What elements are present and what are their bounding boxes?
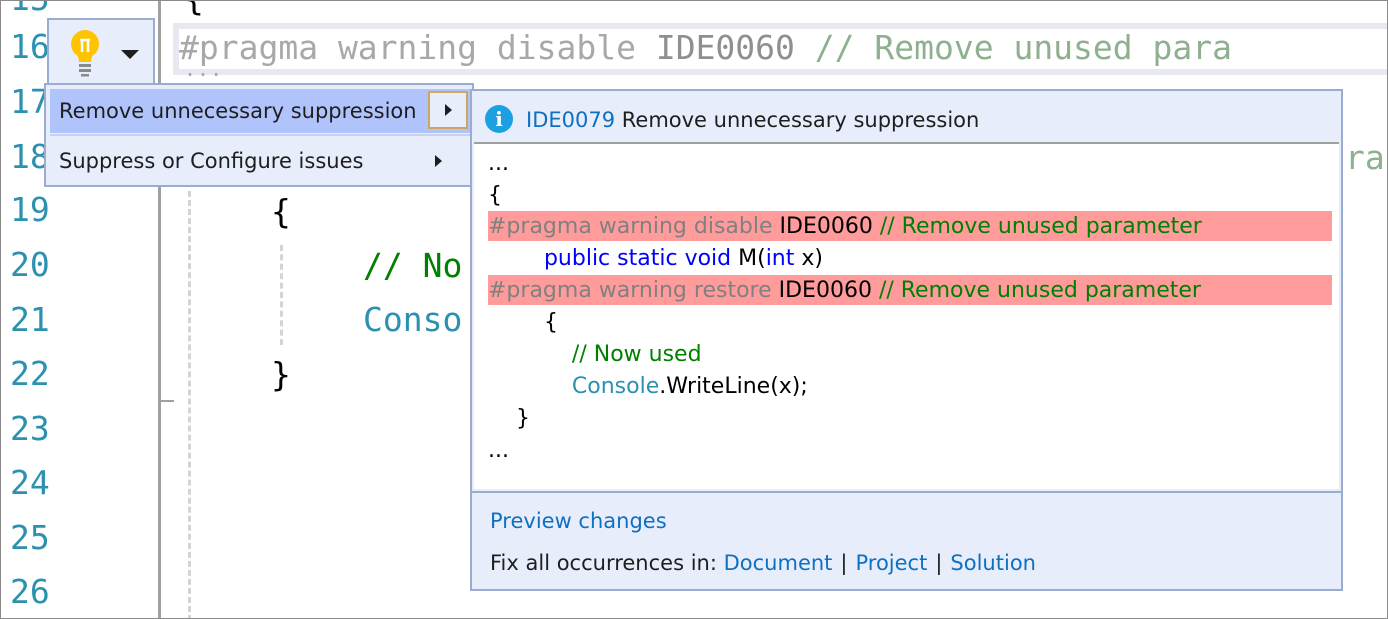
diagnostic-title: Remove unnecessary suppression <box>615 108 980 132</box>
pragma-directive: #pragma warning restore <box>488 278 779 303</box>
quick-actions-menu: Remove unnecessary suppression Suppress … <box>44 83 474 187</box>
menu-item-label: Remove unnecessary suppression <box>59 99 417 123</box>
code-line-15: { <box>184 1 204 19</box>
code-comment: // Remove unused parameter <box>871 278 1201 303</box>
indent-guide <box>280 245 283 345</box>
keyword: int <box>765 246 795 271</box>
submenu-expander[interactable] <box>428 91 468 129</box>
method-call: .WriteLine(x); <box>659 374 808 399</box>
preview-line: { <box>488 310 558 335</box>
preview-line: ... <box>488 151 509 176</box>
separator: | <box>840 551 848 575</box>
method-name: M( <box>731 246 766 271</box>
menu-item-label: Suppress or Configure issues <box>59 149 364 173</box>
code-line-19: { <box>271 192 291 231</box>
fix-all-row: Fix all occurrences in: Document | Project… <box>490 551 1036 575</box>
chevron-down-icon[interactable] <box>121 50 139 59</box>
fix-all-document-link[interactable]: Document <box>724 551 833 575</box>
diagnostic-id-link[interactable]: IDE0079 <box>526 108 615 132</box>
separator: | <box>935 551 943 575</box>
code-line-22: } <box>271 355 291 394</box>
code-diff-preview: ... { #pragma warning disable IDE0060 //… <box>474 142 1339 489</box>
preview-line-removed: #pragma warning disable IDE0060 // Remov… <box>488 211 1202 243</box>
preview-line: public static void M(int x) <box>488 243 823 275</box>
pragma-directive: #pragma warning disable <box>488 214 780 239</box>
line-number: 22 <box>10 354 50 393</box>
code-line-16: #pragma warning disable IDE0060 // Remov… <box>179 28 1232 68</box>
chevron-right-icon <box>435 155 442 167</box>
quick-actions-lightbulb-button[interactable] <box>47 18 155 86</box>
preview-line: ... <box>488 438 509 463</box>
line-number: 20 <box>10 245 50 284</box>
pragma-directive: #pragma warning disable <box>179 28 656 67</box>
code-line-18-tail: ra <box>1345 138 1385 177</box>
line-number: 15 <box>10 1 50 19</box>
line-number: 19 <box>10 190 50 229</box>
menu-item-suppress-or-configure[interactable]: Suppress or Configure issues <box>50 139 470 183</box>
code-line-21: Conso <box>363 300 463 339</box>
keyword: void <box>684 246 732 271</box>
suggestion-dots: ... <box>184 57 224 81</box>
preview-line-removed: #pragma warning restore IDE0060 // Remov… <box>488 275 1201 307</box>
diagnostic-id: IDE0060 <box>655 28 795 67</box>
code-comment: // Remove unused parameter <box>872 214 1202 239</box>
code-line-20: // No <box>363 246 463 285</box>
fix-all-label: Fix all occurrences in: <box>490 551 724 575</box>
diagnostic-id: IDE0060 <box>778 278 872 303</box>
keyword: static <box>617 246 678 271</box>
menu-separator <box>50 134 470 136</box>
lightbulb-icon <box>67 28 103 82</box>
code-comment: // Now used <box>571 342 702 367</box>
keyword: public <box>543 246 611 271</box>
line-number: 24 <box>10 463 50 502</box>
line-number: 21 <box>10 300 50 339</box>
type-name: Console <box>571 374 660 399</box>
editor-window: 15 16 17 18 19 20 21 22 23 24 25 26 { #p… <box>0 0 1388 619</box>
preview-line: Console.WriteLine(x); <box>488 371 808 403</box>
preview-title: IDE0079 Remove unnecessary suppression <box>526 108 979 132</box>
preview-line: // Now used <box>488 339 702 371</box>
fix-all-solution-link[interactable]: Solution <box>950 551 1036 575</box>
preview-header: i IDE0079 Remove unnecessary suppression <box>472 91 1341 142</box>
preview-line: } <box>488 406 530 431</box>
preview-line: { <box>488 183 502 208</box>
fix-preview-popup: i IDE0079 Remove unnecessary suppression… <box>470 89 1343 591</box>
line-number: 16 <box>10 27 50 66</box>
info-icon: i <box>485 105 513 133</box>
line-number: 23 <box>10 409 50 448</box>
diagnostic-id: IDE0060 <box>779 214 873 239</box>
outline-collapse-marker[interactable] <box>161 400 174 402</box>
line-number: 26 <box>10 572 50 611</box>
line-number: 25 <box>10 518 50 557</box>
indent-guide <box>188 191 191 618</box>
preview-footer: Preview changes Fix all occurrences in: … <box>472 491 1341 589</box>
menu-item-remove-unnecessary-suppression[interactable]: Remove unnecessary suppression <box>50 89 470 133</box>
preview-changes-link[interactable]: Preview changes <box>490 509 667 533</box>
fix-all-project-link[interactable]: Project <box>855 551 927 575</box>
preview-changes-row: Preview changes <box>490 509 667 533</box>
parameter: x) <box>794 246 823 271</box>
chevron-right-icon <box>445 104 452 116</box>
code-comment: // Remove unused para <box>794 28 1232 67</box>
